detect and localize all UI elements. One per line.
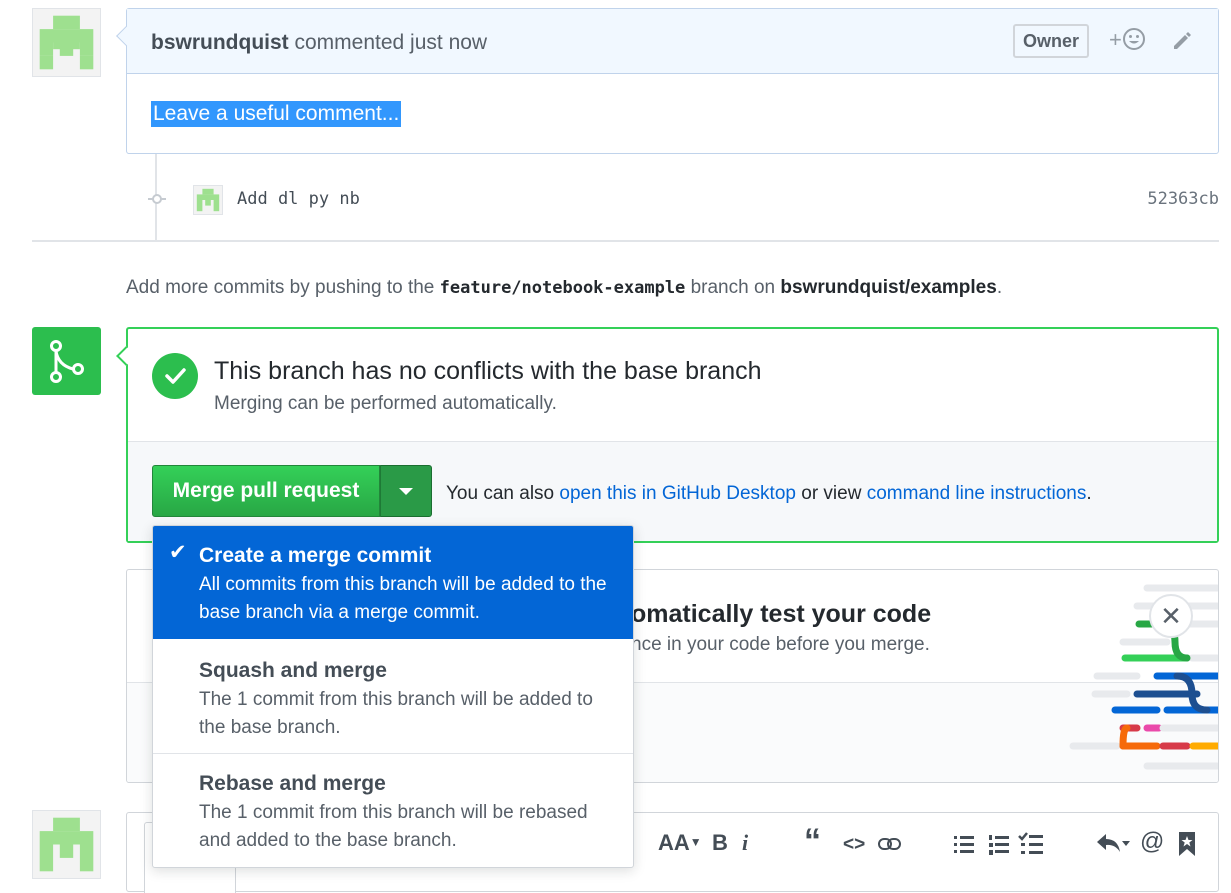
merge-caret xyxy=(116,346,136,366)
heading-label: AA xyxy=(658,830,690,855)
push-note: Add more commits by pushing to the featu… xyxy=(126,277,1002,299)
merge-method-menu: ✔ Create a merge commit All commits from… xyxy=(152,525,634,868)
menu-item-desc-line2: and added to the base branch. xyxy=(199,830,457,851)
commit-message[interactable]: Add dl py nb xyxy=(237,189,360,209)
commit-sha[interactable]: 52363cb xyxy=(1147,189,1219,209)
alternate-merge-note: You can also open this in GitHub Desktop… xyxy=(446,483,1092,505)
ci-promo-subtitle: nce in your code before you merge. xyxy=(631,634,930,655)
add-reaction-button[interactable]: + xyxy=(1109,27,1146,53)
merge-option-squash-and-merge[interactable]: Squash and merge The 1 commit from this … xyxy=(153,639,633,753)
menu-item-title: Squash and merge xyxy=(199,659,387,682)
comment-author[interactable]: bswrundquist xyxy=(151,31,289,54)
heading-button[interactable]: AA▼ xyxy=(658,830,702,856)
bold-button[interactable]: B xyxy=(712,830,728,856)
comment-byline: bswrundquist commented just now xyxy=(151,31,487,55)
merge-pull-request-button[interactable]: Merge pull request xyxy=(152,465,380,517)
checkmark-icon: ✔ xyxy=(169,541,187,564)
identicon-icon xyxy=(194,186,222,214)
comment-action: commented just now xyxy=(288,31,488,54)
branch-name: feature/notebook-example xyxy=(439,278,686,298)
push-note-middle: branch on xyxy=(685,277,781,298)
ordered-list-icon[interactable] xyxy=(987,833,1011,857)
pencil-icon[interactable] xyxy=(1170,29,1194,53)
merge-status-icon xyxy=(32,327,101,395)
ci-promo-dismiss-button[interactable]: ✕ xyxy=(1149,594,1193,638)
saved-reply-icon[interactable] xyxy=(1178,831,1196,857)
git-merge-icon xyxy=(50,340,84,383)
menu-item-desc-line2: the base branch. xyxy=(199,717,341,738)
identicon-icon xyxy=(33,811,100,878)
quote-button[interactable]: “ xyxy=(804,822,821,861)
menu-item-desc-line1: The 1 commit from this branch will be ad… xyxy=(199,689,593,710)
merge-status-title: This branch has no conflicts with the ba… xyxy=(214,357,762,385)
avatar[interactable] xyxy=(32,8,101,77)
open-github-desktop-link[interactable]: open this in GitHub Desktop xyxy=(559,483,796,504)
comment-box: bswrundquist commented just now Owner + … xyxy=(116,8,1219,154)
link-icon[interactable] xyxy=(877,834,903,854)
merge-option-create-merge-commit[interactable]: ✔ Create a merge commit All commits from… xyxy=(153,526,633,639)
timeline-divider xyxy=(32,240,1219,242)
merge-box: This branch has no conflicts with the ba… xyxy=(116,327,1219,543)
smiley-icon xyxy=(1122,28,1145,50)
caret-down-icon: ▼ xyxy=(689,835,702,849)
task-list-icon[interactable] xyxy=(1018,831,1046,857)
repo-name[interactable]: bswrundquist/examples xyxy=(780,277,996,298)
menu-item-title: Rebase and merge xyxy=(199,772,386,795)
ci-promo-title: omatically test your code xyxy=(631,600,932,628)
code-button[interactable]: <> xyxy=(843,834,865,856)
current-user-avatar[interactable] xyxy=(32,810,101,879)
merge-option-rebase-and-merge[interactable]: Rebase and merge The 1 commit from this … xyxy=(153,754,633,867)
close-icon: ✕ xyxy=(1160,601,1182,631)
push-note-suffix: . xyxy=(996,277,1003,298)
chevron-down-icon xyxy=(399,488,413,495)
mention-button[interactable]: @ xyxy=(1140,828,1164,856)
merge-status-subtitle: Merging can be performed automatically. xyxy=(214,393,557,414)
also-suffix: . xyxy=(1086,483,1092,504)
also-prefix: You can also xyxy=(446,483,560,504)
menu-item-desc-line1: The 1 commit from this branch will be re… xyxy=(199,802,588,823)
comment-body[interactable]: Leave a useful comment... xyxy=(151,101,402,127)
identicon-icon xyxy=(33,9,100,76)
merge-method-dropdown-button[interactable] xyxy=(380,465,432,517)
unordered-list-icon[interactable] xyxy=(952,833,976,857)
menu-item-desc-line1: All commits from this branch will be add… xyxy=(199,574,607,595)
menu-item-title: Create a merge commit xyxy=(199,544,432,567)
owner-badge: Owner xyxy=(1013,24,1090,58)
ci-illustration-icon xyxy=(1069,584,1218,770)
reply-icon[interactable] xyxy=(1095,832,1131,856)
italic-button[interactable]: i xyxy=(742,830,748,856)
menu-item-desc-line2: base branch via a merge commit. xyxy=(199,602,480,623)
check-icon xyxy=(152,353,198,399)
comment-header: bswrundquist commented just now Owner + xyxy=(127,9,1218,74)
command-line-instructions-link[interactable]: command line instructions xyxy=(867,483,1087,504)
reaction-plus-label: + xyxy=(1109,27,1122,52)
commit-avatar[interactable] xyxy=(193,185,223,215)
push-note-prefix: Add more commits by pushing to the xyxy=(126,277,440,298)
also-middle: or view xyxy=(795,483,867,504)
git-commit-icon xyxy=(148,194,166,204)
